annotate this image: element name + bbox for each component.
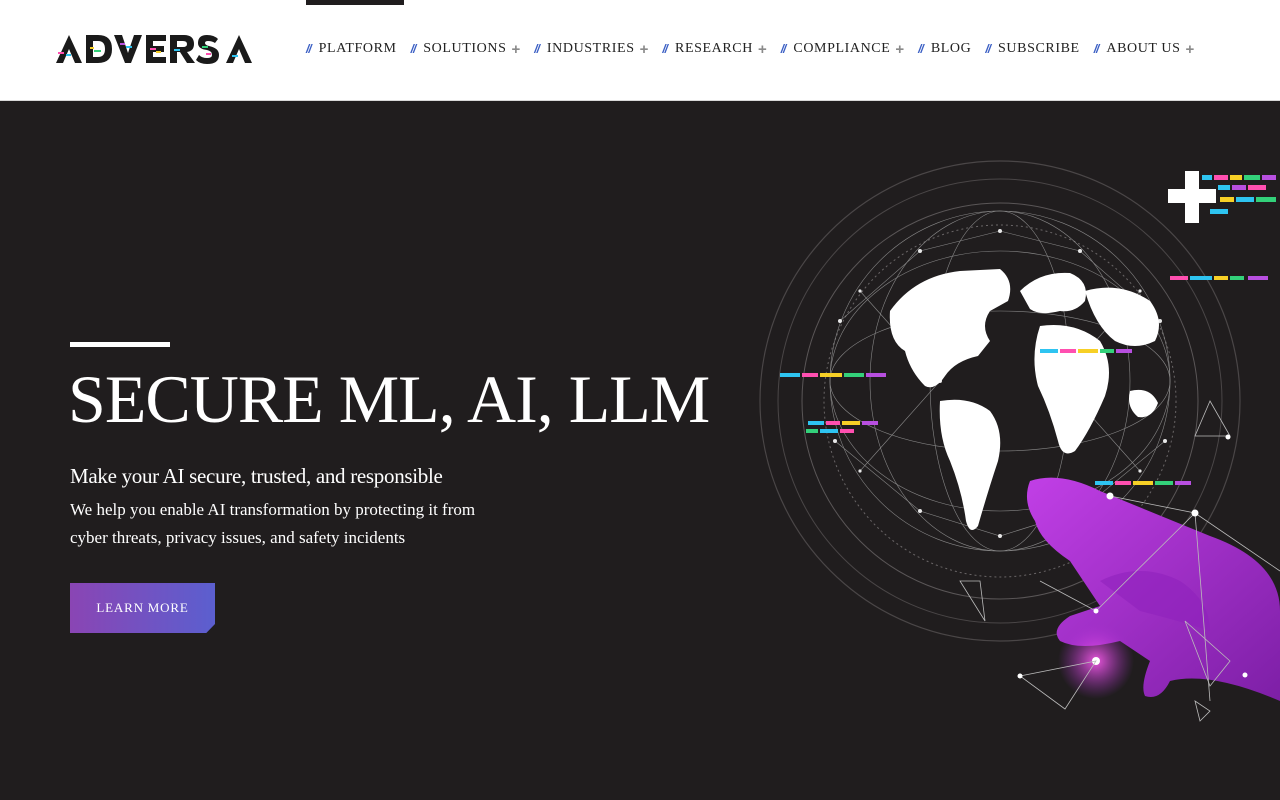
hero-description: We help you enable AI transformation by … — [70, 500, 476, 547]
nav-item-platform[interactable]: // PLATFORM — [306, 38, 397, 60]
nav-label: RESEARCH — [675, 41, 753, 56]
nav-label: SOLUTIONS — [423, 41, 507, 56]
site-header: // PLATFORM // SOLUTIONS + // INDUSTRIES… — [0, 0, 1280, 101]
slash-separator-icon: // — [918, 42, 924, 56]
nav-label: SUBSCRIBE — [998, 41, 1080, 56]
nav-item-industries[interactable]: // INDUSTRIES + — [534, 38, 648, 60]
slash-separator-icon: // — [534, 42, 540, 56]
nav-label: ABOUT US — [1106, 41, 1181, 56]
hero-title: SECURE ML, AI, LLM — [68, 361, 710, 437]
plus-icon[interactable]: + — [640, 42, 649, 57]
plus-icon[interactable]: + — [511, 42, 520, 57]
learn-more-button[interactable]: LEARN MORE — [70, 583, 215, 633]
slash-separator-icon: // — [1093, 42, 1100, 56]
logo-icon — [56, 35, 252, 64]
slash-separator-icon: // — [985, 42, 991, 56]
main-nav: // PLATFORM // SOLUTIONS + // INDUSTRIES… — [306, 38, 1194, 60]
nav-item-about-us[interactable]: // ABOUT US + — [1094, 38, 1195, 60]
hero-subtitle: Make your AI secure, trusted, and respon… — [70, 464, 443, 488]
nav-label: BLOG — [930, 41, 972, 56]
plus-icon[interactable]: + — [1186, 42, 1195, 57]
active-nav-indicator — [306, 0, 404, 5]
slash-separator-icon: // — [662, 42, 668, 56]
slash-separator-icon: // — [410, 42, 417, 56]
globe-illustration-icon — [759, 160, 1280, 722]
nav-label: INDUSTRIES — [546, 41, 635, 56]
slash-separator-icon: // — [306, 42, 312, 56]
plus-icon[interactable]: + — [758, 42, 767, 57]
nav-item-solutions[interactable]: // SOLUTIONS + — [411, 38, 521, 60]
title-accent-line — [70, 342, 170, 347]
nav-item-subscribe[interactable]: // SUBSCRIBE — [985, 38, 1079, 60]
hero-section: SECURE ML, AI, LLM Make your AI secure, … — [0, 101, 1280, 800]
nav-item-blog[interactable]: // BLOG — [918, 38, 971, 60]
nav-label: PLATFORM — [318, 41, 397, 56]
adversa-logo[interactable] — [56, 33, 256, 65]
nav-item-compliance[interactable]: // COMPLIANCE + — [781, 38, 904, 60]
slash-separator-icon: // — [780, 42, 787, 56]
nav-item-research[interactable]: // RESEARCH + — [662, 38, 766, 60]
globe-network-hand-icon — [740, 141, 1280, 761]
plus-icon[interactable]: + — [895, 42, 904, 57]
nav-label: COMPLIANCE — [793, 41, 891, 56]
